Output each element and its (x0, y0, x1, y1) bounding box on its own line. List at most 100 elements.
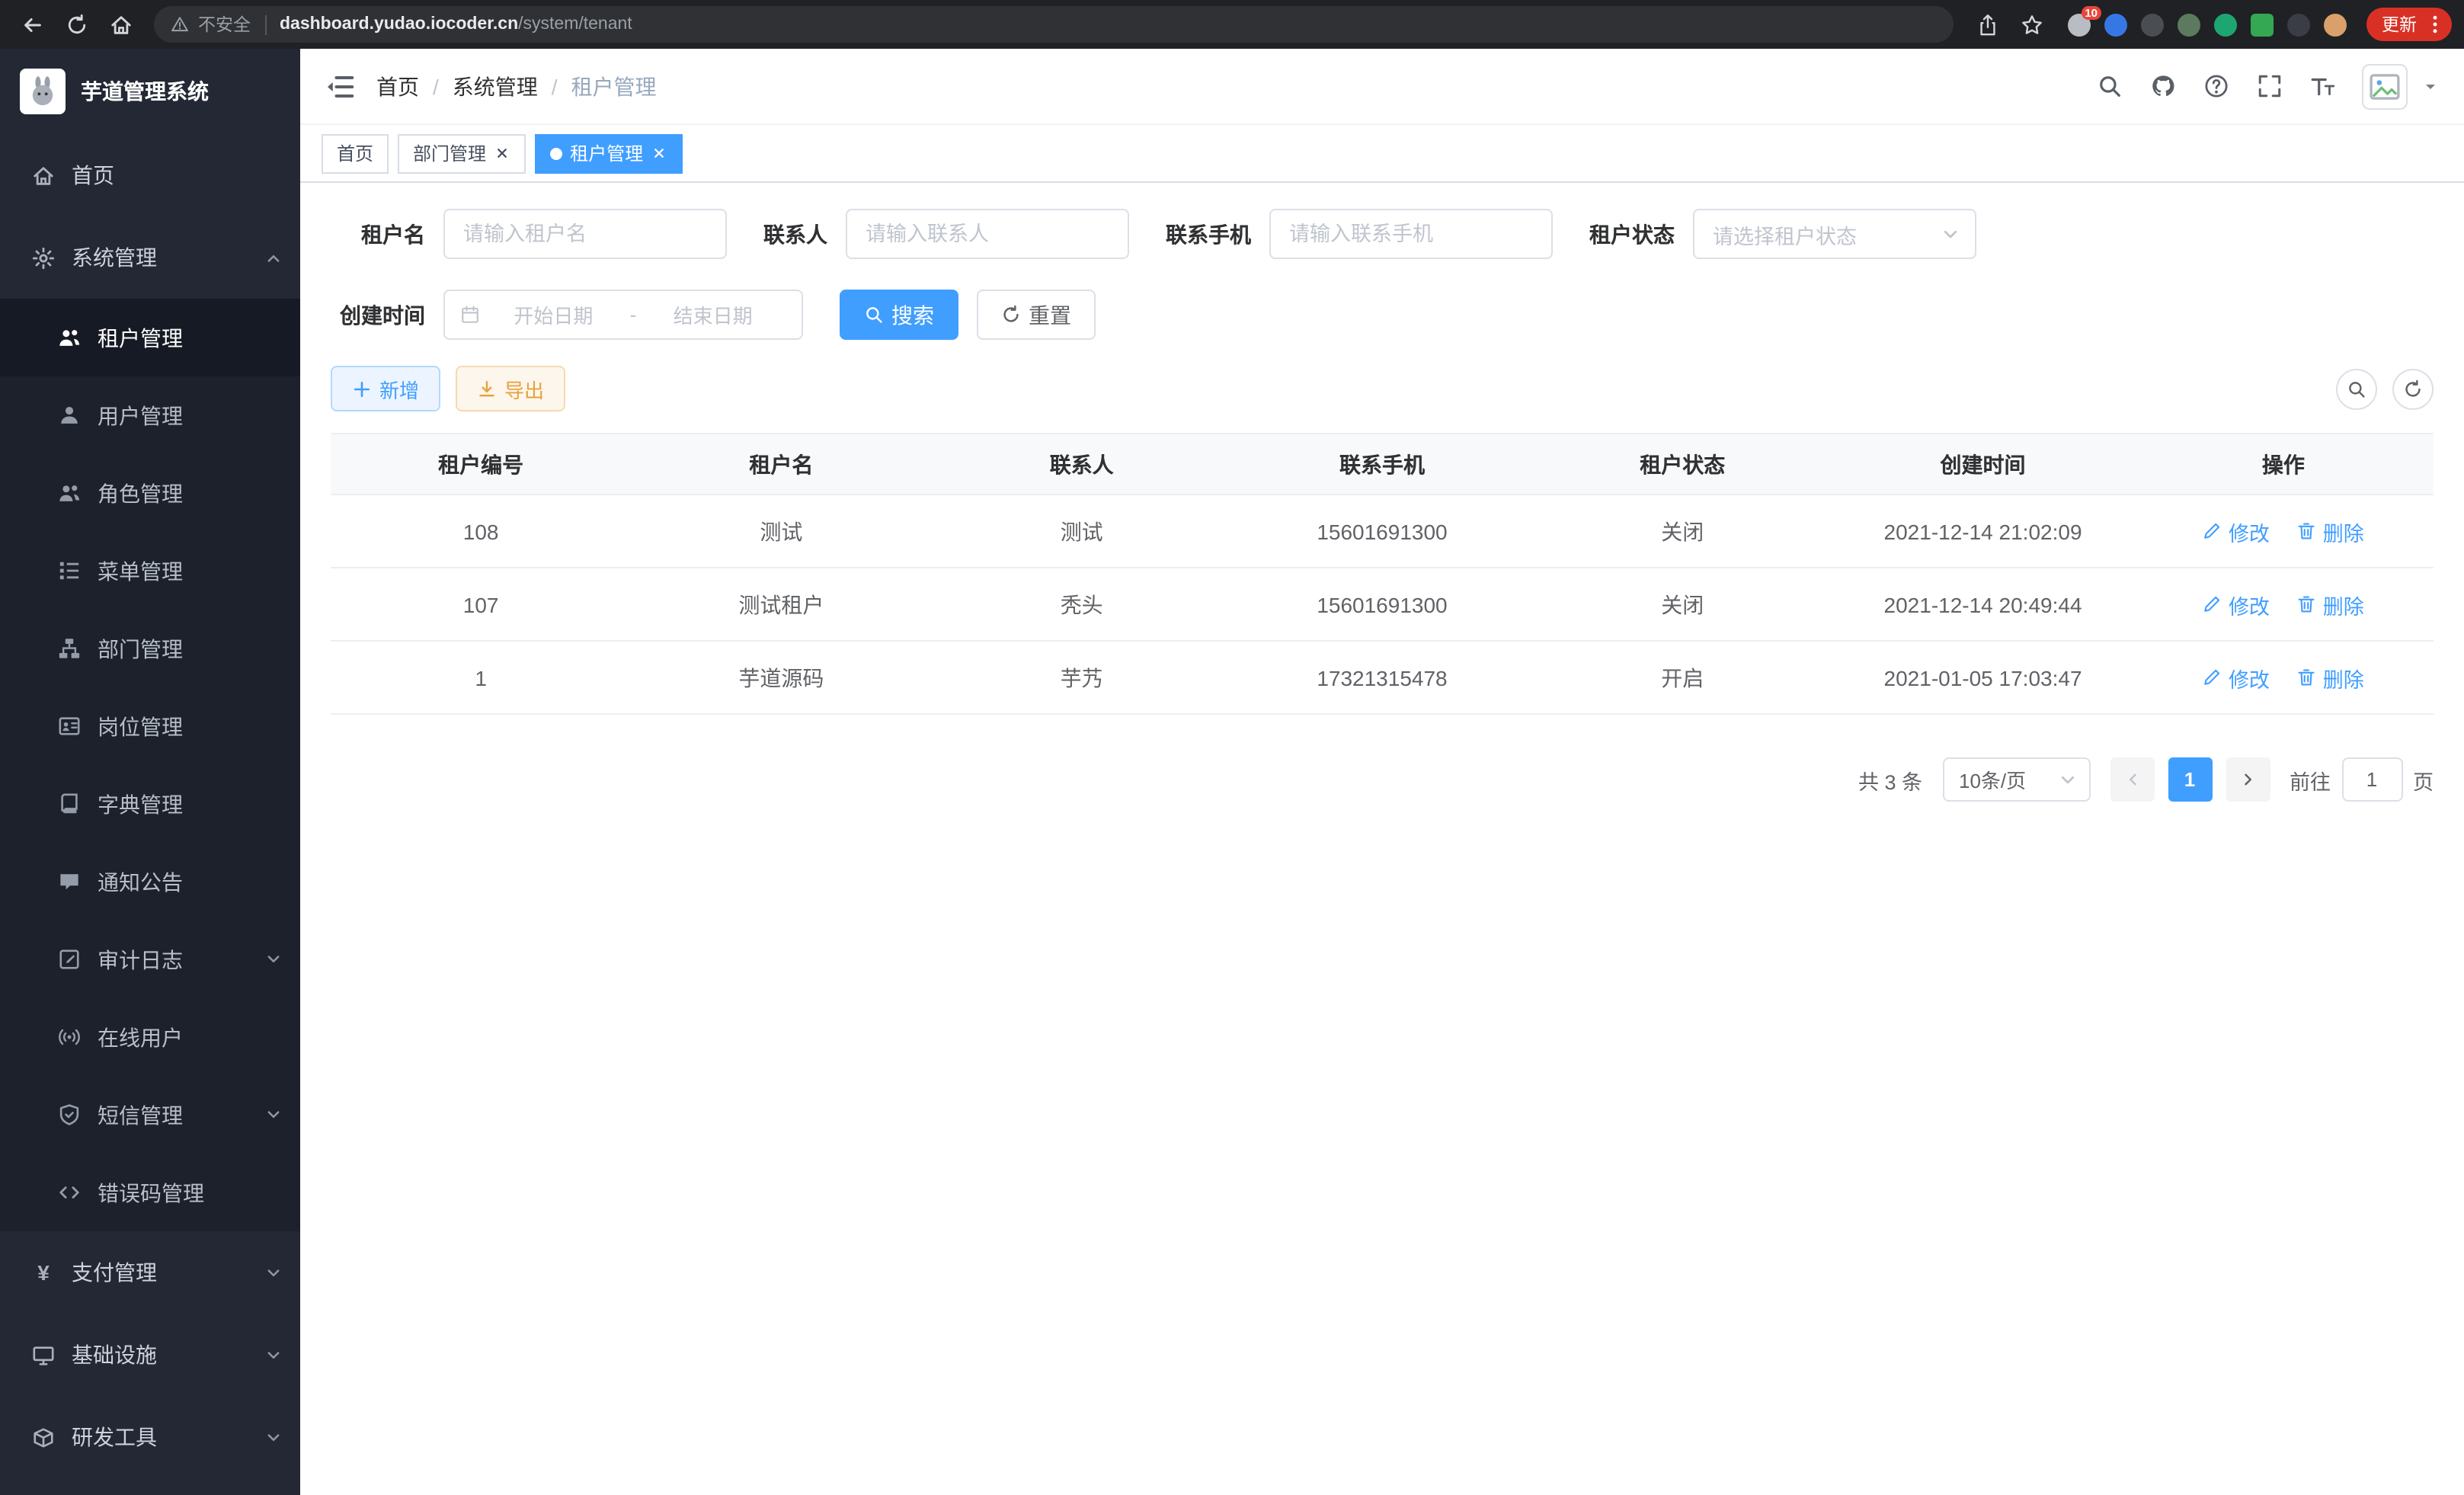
sidebar-item-audit-log[interactable]: 审计日志 (0, 920, 300, 998)
extension-icon[interactable] (2104, 13, 2127, 36)
add-button[interactable]: 新增 (331, 366, 440, 411)
tab-home[interactable]: 首页 (322, 133, 389, 173)
filter-row-1: 租户名 联系人 联系手机 租户状态 请选择租户状态 (331, 209, 2434, 259)
prev-page-button[interactable] (2110, 757, 2154, 802)
extension-icon[interactable] (2251, 13, 2274, 36)
browser-home-button[interactable] (101, 5, 140, 44)
export-button-label: 导出 (504, 374, 544, 403)
cell-phone: 15601691300 (1232, 568, 1532, 641)
breadcrumb-home[interactable]: 首页 (376, 71, 419, 101)
sidebar-menu: 首页 系统管理 租户管理 用户管理 角色管理 菜单管理 部门管理 岗位管理 字典… (0, 134, 300, 1478)
refresh-table-button[interactable] (2392, 368, 2434, 409)
create-time-range-picker[interactable]: 开始日期 - 结束日期 (443, 290, 803, 340)
tab-tenant-management[interactable]: 租户管理 (535, 133, 683, 173)
extension-icon[interactable]: 10 (2068, 13, 2091, 36)
tab-dept-management[interactable]: 部门管理 (398, 133, 526, 173)
close-icon[interactable] (494, 145, 510, 162)
page-number-button[interactable]: 1 (2168, 757, 2212, 802)
chrome-update-button[interactable]: 更新 (2366, 8, 2452, 41)
chevron-down-icon (265, 1346, 282, 1363)
phone-input[interactable] (1269, 209, 1553, 259)
menu-list-icon (58, 559, 81, 582)
sidebar-item-menu-management[interactable]: 菜单管理 (0, 532, 300, 610)
sidebar-item-online-users[interactable]: 在线用户 (0, 998, 300, 1076)
sidebar-item-dept-management[interactable]: 部门管理 (0, 610, 300, 687)
cell-actions: 修改 删除 (2133, 495, 2434, 568)
avatar-dropdown-caret[interactable] (2421, 77, 2440, 95)
tab-label: 租户管理 (570, 140, 643, 166)
profile-avatar-icon[interactable] (2324, 13, 2347, 36)
extension-icon[interactable] (2214, 13, 2237, 36)
extension-icon[interactable] (2287, 13, 2310, 36)
home-icon (109, 13, 132, 36)
sidebar-item-notice[interactable]: 通知公告 (0, 843, 300, 920)
sidebar-item-label: 通知公告 (98, 866, 282, 897)
sidebar-item-system-management[interactable]: 系统管理 (0, 216, 300, 299)
extension-icon[interactable] (2178, 13, 2200, 36)
gear-icon (32, 246, 55, 269)
breadcrumb-system-management[interactable]: 系统管理 (453, 71, 538, 101)
sidebar-item-role-management[interactable]: 角色管理 (0, 454, 300, 532)
help-button[interactable] (2202, 72, 2229, 100)
table-row: 107 测试租户 秃头 15601691300 关闭 2021-12-14 20… (331, 568, 2434, 641)
cell-tenant-name: 测试租户 (631, 568, 931, 641)
reset-button[interactable]: 重置 (977, 290, 1096, 340)
page-size-select[interactable]: 10条/页 (1942, 757, 2090, 802)
filter-label-contact: 联系人 (763, 219, 827, 249)
close-icon[interactable] (651, 145, 667, 162)
cell-status: 关闭 (1532, 568, 1832, 641)
address-bar[interactable]: 不安全 dashboard.yudao.iocoder.cn/system/te… (154, 6, 1954, 43)
sidebar-item-tenant-management[interactable]: 租户管理 (0, 299, 300, 376)
sidebar-item-user-management[interactable]: 用户管理 (0, 376, 300, 454)
extensions-cluster: 10 (2068, 13, 2347, 36)
security-warning-label: 不安全 (198, 12, 251, 37)
browser-reload-button[interactable] (56, 5, 96, 44)
tenant-status-select[interactable]: 请选择租户状态 (1693, 209, 1976, 259)
edit-link[interactable]: 修改 (2203, 589, 2270, 619)
sidebar-item-infrastructure[interactable]: 基础设施 (0, 1314, 300, 1396)
app-logo-row[interactable]: 芋道管理系统 (0, 49, 300, 134)
share-button[interactable] (1967, 5, 2007, 44)
delete-link[interactable]: 删除 (2297, 589, 2364, 619)
home-icon (32, 164, 55, 187)
sidebar-item-dict-management[interactable]: 字典管理 (0, 765, 300, 843)
user-avatar[interactable] (2362, 63, 2408, 109)
delete-link[interactable]: 删除 (2297, 516, 2364, 546)
delete-link[interactable]: 删除 (2297, 662, 2364, 693)
sidebar-item-dev-tools[interactable]: 研发工具 (0, 1396, 300, 1478)
kebab-menu-icon[interactable] (2424, 14, 2446, 35)
github-link[interactable] (2149, 72, 2176, 100)
edit-link[interactable]: 修改 (2203, 516, 2270, 546)
fullscreen-button[interactable] (2255, 72, 2283, 100)
header-search-button[interactable] (2095, 72, 2123, 100)
toolbox-icon (32, 1426, 55, 1449)
roles-icon (58, 482, 81, 504)
browser-back-button[interactable] (12, 5, 52, 44)
app-title: 芋道管理系统 (81, 76, 209, 107)
cell-tenant-name: 测试 (631, 495, 931, 568)
search-button[interactable]: 搜索 (840, 290, 958, 340)
book-icon (58, 792, 81, 815)
trash-icon (2297, 594, 2317, 614)
page-size-value: 10条/页 (1959, 765, 2026, 794)
plus-icon (352, 379, 372, 399)
export-button[interactable]: 导出 (456, 366, 565, 411)
toggle-search-button[interactable] (2336, 368, 2377, 409)
org-chart-icon (58, 637, 81, 660)
sidebar-toggle-button[interactable] (325, 71, 355, 101)
contact-input[interactable] (846, 209, 1129, 259)
tenant-name-input[interactable] (443, 209, 727, 259)
font-size-button[interactable] (2309, 72, 2336, 100)
bookmark-button[interactable] (2011, 5, 2051, 44)
next-page-button[interactable] (2226, 757, 2270, 802)
sidebar-item-error-code-management[interactable]: 错误码管理 (0, 1154, 300, 1231)
chevron-down-icon (1941, 225, 1960, 243)
edit-link[interactable]: 修改 (2203, 662, 2270, 693)
sidebar-item-sms-management[interactable]: 短信管理 (0, 1076, 300, 1154)
extension-icon[interactable] (2141, 13, 2164, 36)
sidebar-item-payment[interactable]: ¥支付管理 (0, 1231, 300, 1314)
sidebar-item-post-management[interactable]: 岗位管理 (0, 687, 300, 765)
goto-page-input[interactable] (2341, 757, 2402, 802)
sidebar-item-home[interactable]: 首页 (0, 134, 300, 216)
refresh-icon (1001, 305, 1021, 325)
